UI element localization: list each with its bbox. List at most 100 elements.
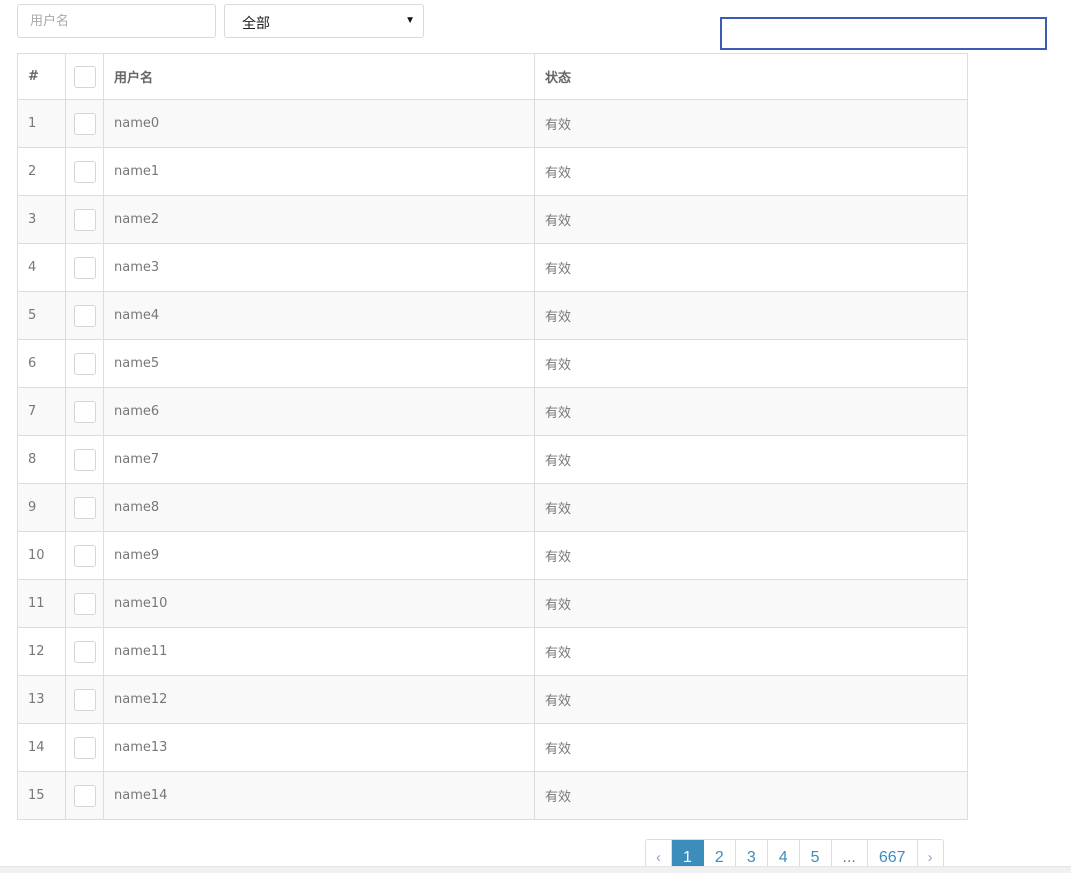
row-username: name1 <box>103 147 535 196</box>
row-username: name12 <box>103 675 535 724</box>
table-row[interactable]: 9 name8 有效 <box>17 483 968 532</box>
row-username: name10 <box>103 579 535 628</box>
table-row[interactable]: 3 name2 有效 <box>17 195 968 244</box>
row-checkbox[interactable] <box>73 496 96 519</box>
status-filter-select[interactable]: 全部 ▼ <box>224 4 424 38</box>
row-index: 7 <box>17 387 66 436</box>
row-select-cell <box>65 435 104 484</box>
row-checkbox[interactable] <box>73 640 96 663</box>
username-search-input[interactable] <box>17 4 216 38</box>
row-index: 10 <box>17 531 66 580</box>
row-username: name8 <box>103 483 535 532</box>
row-select-cell <box>65 387 104 436</box>
row-status: 有效 <box>534 387 968 436</box>
row-status: 有效 <box>534 243 968 292</box>
table-row[interactable]: 7 name6 有效 <box>17 387 968 436</box>
row-index: 2 <box>17 147 66 196</box>
header-select-all <box>65 53 104 100</box>
row-index: 5 <box>17 291 66 340</box>
row-checkbox[interactable] <box>73 112 96 135</box>
select-all-checkbox[interactable] <box>73 65 96 88</box>
row-checkbox[interactable] <box>73 304 96 327</box>
table-row[interactable]: 4 name3 有效 <box>17 243 968 292</box>
row-checkbox[interactable] <box>73 448 96 471</box>
row-checkbox[interactable] <box>73 736 96 759</box>
row-select-cell <box>65 243 104 292</box>
row-select-cell <box>65 723 104 772</box>
row-index: 13 <box>17 675 66 724</box>
table-row[interactable]: 1 name0 有效 <box>17 99 968 148</box>
row-username: name3 <box>103 243 535 292</box>
row-select-cell <box>65 339 104 388</box>
row-checkbox[interactable] <box>73 688 96 711</box>
row-select-cell <box>65 579 104 628</box>
table-header-row: # 用户名 状态 <box>17 53 968 100</box>
row-select-cell <box>65 147 104 196</box>
row-select-cell <box>65 483 104 532</box>
row-status: 有效 <box>534 675 968 724</box>
row-status: 有效 <box>534 195 968 244</box>
row-checkbox[interactable] <box>73 544 96 567</box>
status-filter-value: 全部 <box>242 16 270 32</box>
table-row[interactable]: 8 name7 有效 <box>17 435 968 484</box>
row-username: name13 <box>103 723 535 772</box>
row-status: 有效 <box>534 291 968 340</box>
row-index: 9 <box>17 483 66 532</box>
table-row[interactable]: 14 name13 有效 <box>17 723 968 772</box>
row-username: name9 <box>103 531 535 580</box>
user-table: # 用户名 状态 1 name0 有效 2 name1 有效 3 name2 有效 4 name3 有… <box>17 53 968 820</box>
caret-down-icon: ▼ <box>405 15 415 26</box>
row-status: 有效 <box>534 579 968 628</box>
row-index: 15 <box>17 771 66 820</box>
row-checkbox[interactable] <box>73 592 96 615</box>
row-select-cell <box>65 531 104 580</box>
row-username: name14 <box>103 771 535 820</box>
page: 全部 ▼ # 用户名 状态 1name0有效2name1有效3name2有效4n… <box>0 0 1071 873</box>
row-index: 3 <box>17 195 66 244</box>
table-row[interactable]: 12 name11 有效 <box>17 627 968 676</box>
row-username: name11 <box>103 627 535 676</box>
row-checkbox[interactable] <box>73 352 96 375</box>
row-checkbox[interactable] <box>73 208 96 231</box>
header-status[interactable]: 状态 <box>534 53 968 100</box>
row-index: 8 <box>17 435 66 484</box>
row-index: 6 <box>17 339 66 388</box>
row-status: 有效 <box>534 99 968 148</box>
header-index[interactable]: # <box>17 53 66 100</box>
row-status: 有效 <box>534 339 968 388</box>
row-username: name2 <box>103 195 535 244</box>
table-row[interactable]: 10 name9 有效 <box>17 531 968 580</box>
row-index: 4 <box>17 243 66 292</box>
row-status: 有效 <box>534 531 968 580</box>
row-checkbox[interactable] <box>73 160 96 183</box>
row-select-cell <box>65 771 104 820</box>
table-row[interactable]: 6 name5 有效 <box>17 339 968 388</box>
header-username[interactable]: 用户名 <box>103 53 535 100</box>
row-username: name6 <box>103 387 535 436</box>
table-row[interactable]: 5 name4 有效 <box>17 291 968 340</box>
table-body: 1 name0 有效 2 name1 有效 3 name2 有效 4 name3 有效 5 name4 有效… <box>17 99 968 820</box>
row-checkbox[interactable] <box>73 400 96 423</box>
row-index: 11 <box>17 579 66 628</box>
row-status: 有效 <box>534 723 968 772</box>
row-index: 12 <box>17 627 66 676</box>
row-select-cell <box>65 627 104 676</box>
table-row[interactable]: 11 name10 有效 <box>17 579 968 628</box>
row-status: 有效 <box>534 627 968 676</box>
row-checkbox[interactable] <box>73 784 96 807</box>
bottom-strip <box>0 866 1071 873</box>
row-select-cell <box>65 195 104 244</box>
row-username: name4 <box>103 291 535 340</box>
row-index: 14 <box>17 723 66 772</box>
table-row[interactable]: 13 name12 有效 <box>17 675 968 724</box>
focus-outline-box[interactable] <box>720 17 1047 50</box>
table-row[interactable]: 2 name1 有效 <box>17 147 968 196</box>
row-username: name5 <box>103 339 535 388</box>
row-select-cell <box>65 291 104 340</box>
row-status: 有效 <box>534 147 968 196</box>
row-select-cell <box>65 675 104 724</box>
row-index: 1 <box>17 99 66 148</box>
row-username: name7 <box>103 435 535 484</box>
table-row[interactable]: 15 name14 有效 <box>17 771 968 820</box>
row-checkbox[interactable] <box>73 256 96 279</box>
